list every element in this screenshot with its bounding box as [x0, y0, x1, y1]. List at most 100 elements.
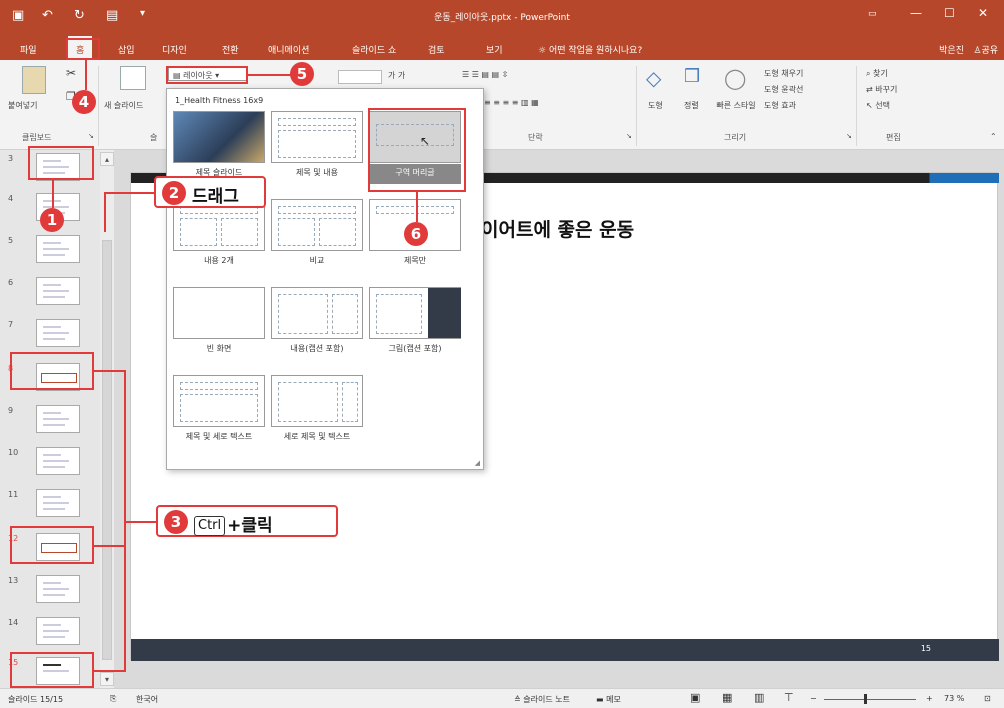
close-button[interactable]: ✕ [978, 6, 988, 20]
layout-label: 제목 및 세로 텍스트 [185, 432, 253, 441]
highlight-home-tab [66, 38, 100, 60]
tab-insert[interactable]: 삽입 [118, 43, 135, 56]
scroll-thumb[interactable] [102, 240, 112, 660]
spellcheck-icon[interactable]: ⎘ [110, 694, 116, 704]
reading-view-icon[interactable]: ▥ [754, 691, 764, 704]
quick-styles-button[interactable]: 빠른 스타일 [716, 100, 756, 111]
placeholder [332, 294, 358, 334]
connector-line [416, 192, 418, 222]
layout-label: 제목 및 내용 [296, 168, 338, 177]
comment-icon: ▬ [596, 695, 607, 704]
thumb-line [43, 290, 69, 292]
layout-thumbnail [173, 375, 265, 427]
slide-thumb-10[interactable]: 10 [0, 444, 100, 484]
layout-option-picture-caption[interactable]: 그림(캡션 포함) [369, 287, 461, 363]
ribbon-tabs: 파일 홈 삽입 디자인 전환 애니메이션 슬라이드 쇼 검토 보기 ☼ 어떤 작… [0, 36, 1004, 60]
arrange-icon[interactable]: ❒ [684, 66, 700, 87]
resize-grip-icon[interactable]: ◢ [475, 459, 480, 467]
cut-icon[interactable]: ✂ [66, 66, 76, 80]
slide-thumb-14[interactable]: 14 [0, 614, 100, 654]
scroll-up-icon[interactable]: ▴ [100, 152, 114, 166]
slide-thumb-6[interactable]: 6 [0, 274, 100, 314]
paragraph-launcher-icon[interactable]: ↘ [626, 132, 632, 140]
scroll-down-icon[interactable]: ▾ [100, 672, 114, 686]
layout-option-vertical-title-text[interactable]: 세로 제목 및 텍스트 [271, 375, 363, 451]
slide-thumb-5[interactable]: 5 [0, 232, 100, 272]
find-label: 찾기 [873, 69, 888, 78]
new-slide-button[interactable]: 새 슬라이드 [104, 100, 143, 111]
tab-slideshow[interactable]: 슬라이드 쇼 [352, 43, 396, 56]
zoom-slider-thumb[interactable] [864, 694, 867, 704]
select-button[interactable]: ↖ 선택 [866, 100, 890, 111]
clipboard-launcher-icon[interactable]: ↘ [88, 132, 94, 140]
language-indicator[interactable]: 한국어 [136, 694, 158, 705]
shapes-button[interactable]: 도형 [648, 100, 663, 111]
user-name[interactable]: 박은진 [939, 43, 964, 56]
shape-outline-button[interactable]: 도형 윤곽선 [764, 84, 803, 95]
slide-thumb-7[interactable]: 7 [0, 316, 100, 356]
tab-view[interactable]: 보기 [486, 43, 503, 56]
comments-button[interactable]: ▬ 메모 [596, 694, 621, 705]
font-grow-icon[interactable]: 가 가 [388, 70, 405, 81]
tab-file[interactable]: 파일 [20, 43, 37, 56]
callout-drag-text: 드래그 [192, 187, 239, 207]
share-button[interactable]: ♙공유 [973, 43, 998, 56]
maximize-button[interactable]: ☐ [944, 6, 955, 20]
layout-option-title-vertical-text[interactable]: 제목 및 세로 텍스트 [173, 375, 265, 451]
layout-option-two-content[interactable]: 내용 2개 [173, 199, 265, 275]
thumb-line [43, 624, 61, 626]
shape-effects-button[interactable]: 도형 효과 [764, 100, 796, 111]
normal-view-icon[interactable]: ▣ [690, 691, 700, 704]
fit-slide-icon[interactable]: ⊡ [984, 694, 991, 703]
font-size-field[interactable] [338, 70, 382, 84]
zoom-in-icon[interactable]: + [926, 694, 933, 703]
minimize-button[interactable]: — [910, 6, 922, 20]
slide-sorter-icon[interactable]: ▦ [722, 691, 732, 704]
collapse-ribbon-icon[interactable]: ⌃ [990, 132, 997, 141]
ribbon-display-icon[interactable]: ▭ [868, 9, 877, 19]
replace-label: 바꾸기 [875, 85, 898, 94]
notes-button[interactable]: ≙ 슬라이드 노트 [514, 694, 570, 705]
thumb-line [43, 412, 61, 414]
tab-transitions[interactable]: 전환 [222, 43, 239, 56]
find-button[interactable]: ⌕ 찾기 [866, 68, 888, 79]
align-icons[interactable]: ≡ ≡ ≡ ≡ ▥ ▦ [484, 98, 539, 107]
drawing-launcher-icon[interactable]: ↘ [846, 132, 852, 140]
tab-review[interactable]: 검토 [428, 43, 445, 56]
connector-line [104, 192, 106, 232]
layout-option-comparison[interactable]: 비교 [271, 199, 363, 275]
zoom-slider[interactable] [824, 699, 916, 700]
layout-option-content-caption[interactable]: 내용(캡션 포함) [271, 287, 363, 363]
slide-thumb-9[interactable]: 9 [0, 402, 100, 442]
slide-title[interactable]: 이어트에 좋은 운동 [481, 215, 634, 242]
thumb-line [43, 460, 69, 462]
zoom-level[interactable]: 73 % [944, 694, 964, 703]
zoom-out-icon[interactable]: − [810, 694, 817, 703]
arrange-button[interactable]: 정렬 [684, 100, 699, 111]
shape-fill-button[interactable]: 도형 채우기 [764, 68, 803, 79]
tab-design[interactable]: 디자인 [162, 43, 187, 56]
new-slide-icon[interactable] [120, 66, 146, 90]
slide-thumb-13[interactable]: 13 [0, 572, 100, 612]
replace-button[interactable]: ⇄ 바꾸기 [866, 84, 897, 95]
tab-animations[interactable]: 애니메이션 [268, 43, 309, 56]
callout-number-6: 6 [404, 222, 428, 246]
paste-icon[interactable] [22, 66, 46, 94]
layout-label: 그림(캡션 포함) [388, 344, 442, 353]
status-bar: 슬라이드 15/15 ⎘ 한국어 ≙ 슬라이드 노트 ▬ 메모 ▣ ▦ ▥ ⊤ … [0, 688, 1004, 708]
quick-styles-icon[interactable]: ◯ [724, 66, 746, 90]
ribbon: 붙여넣기 ✂ ❐ 클립보드 ↘ 새 슬라이드 슬 ▤ 레이아웃 ▾ 가 가 ☰ … [0, 60, 1004, 150]
thumbnail-scrollbar[interactable]: ▴ ▾ [100, 150, 114, 688]
placeholder [278, 382, 338, 422]
shapes-icon[interactable]: ◇ [646, 66, 661, 90]
comments-label: 메모 [606, 695, 621, 704]
slideshow-view-icon[interactable]: ⊤ [784, 691, 794, 704]
bullets-icon[interactable]: ☰ ☰ ▤ ▤ ⇳ [462, 70, 508, 79]
callout-number-5: 5 [290, 62, 314, 86]
slide-thumb-11[interactable]: 11 [0, 486, 100, 526]
layout-option-blank[interactable]: 빈 화면 [173, 287, 265, 363]
paste-button[interactable]: 붙여넣기 [8, 100, 37, 111]
layout-option-title-content[interactable]: 제목 및 내용 [271, 111, 363, 187]
callout-number-3: 3 [164, 510, 188, 534]
tell-me-search[interactable]: ☼ 어떤 작업을 원하시나요? [538, 43, 642, 56]
